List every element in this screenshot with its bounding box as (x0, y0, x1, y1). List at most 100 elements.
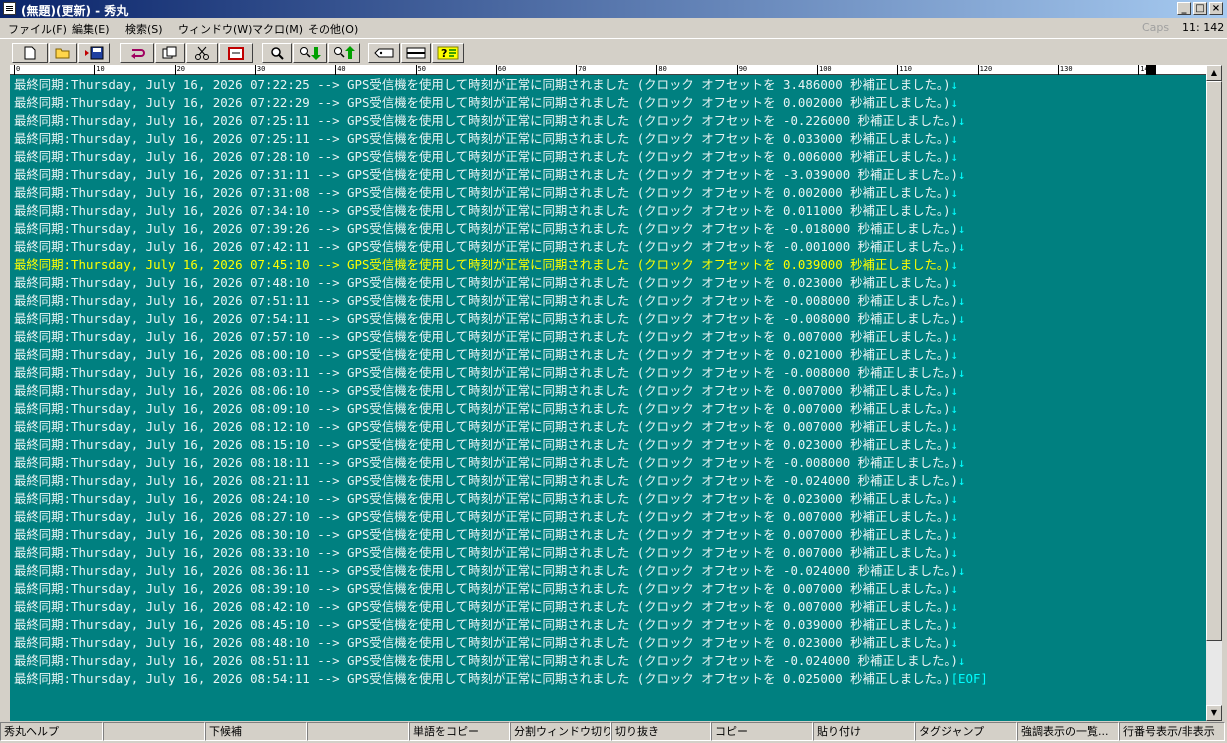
window-title: (無題)(更新) - 秀丸 (21, 4, 129, 18)
vertical-scrollbar[interactable]: ▲ ▼ (1206, 65, 1222, 721)
text-line[interactable]: 最終同期:Thursday, July 16, 2026 08:06:10 --… (14, 382, 988, 400)
line-suffix: 秒補正しました。) (842, 131, 951, 146)
help-button[interactable]: ? (432, 43, 464, 63)
text-line[interactable]: 最終同期:Thursday, July 16, 2026 07:25:11 --… (14, 112, 988, 130)
newline-marker: ↓ (950, 401, 959, 416)
text-line[interactable]: 最終同期:Thursday, July 16, 2026 08:51:11 --… (14, 652, 988, 670)
text-line[interactable]: 最終同期:Thursday, July 16, 2026 08:42:10 --… (14, 598, 988, 616)
line-time: 08:36:11 (250, 563, 310, 578)
text-line[interactable]: 最終同期:Thursday, July 16, 2026 07:54:11 --… (14, 310, 988, 328)
text-line[interactable]: 最終同期:Thursday, July 16, 2026 08:15:10 --… (14, 436, 988, 454)
text-line[interactable]: 最終同期:Thursday, July 16, 2026 07:39:26 --… (14, 220, 988, 238)
scroll-down-button[interactable]: ▼ (1206, 705, 1222, 721)
text-line[interactable]: 最終同期:Thursday, July 16, 2026 07:31:11 --… (14, 166, 988, 184)
ruler-label: 20 (176, 65, 186, 73)
find-button[interactable] (262, 43, 292, 63)
menu-search[interactable]: 検索(S) (125, 21, 163, 37)
line-prefix: 最終同期:Thursday, July 16, 2026 (14, 437, 251, 452)
line-message: --> GPS受信機を使用して時刻が正常に同期されました (クロック オフセット… (309, 293, 784, 308)
text-lines[interactable]: 最終同期:Thursday, July 16, 2026 07:22:25 --… (14, 76, 988, 688)
fkey-3[interactable]: 下候補 (205, 722, 307, 741)
cut-button[interactable] (186, 43, 218, 63)
copy-button[interactable] (155, 43, 185, 63)
line-offset: 0.021000 (783, 347, 843, 362)
line-suffix: 秒補正しました。) (850, 563, 959, 578)
text-line[interactable]: 最終同期:Thursday, July 16, 2026 08:48:10 --… (14, 634, 988, 652)
ruler-label: 70 (578, 65, 587, 73)
text-line[interactable]: 最終同期:Thursday, July 16, 2026 08:00:10 --… (14, 346, 988, 364)
open-file-button[interactable] (49, 43, 77, 63)
editor-area[interactable]: 0 10 20 30 40 50 60 70 80 90 100 110 120 130 140 最終同期:… (10, 65, 1206, 721)
line-message: --> GPS受信機を使用して時刻が正常に同期されました (クロック オフセット… (309, 185, 784, 200)
text-line[interactable]: 最終同期:Thursday, July 16, 2026 08:12:10 --… (14, 418, 988, 436)
close-button[interactable]: × (1209, 2, 1223, 15)
fkey-7[interactable]: 切り抜き (611, 722, 711, 741)
text-line[interactable]: 最終同期:Thursday, July 16, 2026 07:51:11 --… (14, 292, 988, 310)
paste-button[interactable] (219, 43, 253, 63)
line-prefix: 最終同期:Thursday, July 16, 2026 (14, 671, 251, 686)
text-line[interactable]: 最終同期:Thursday, July 16, 2026 07:28:10 --… (14, 148, 988, 166)
text-line[interactable]: 最終同期:Thursday, July 16, 2026 07:57:10 --… (14, 328, 988, 346)
text-line[interactable]: 最終同期:Thursday, July 16, 2026 08:03:11 --… (14, 364, 988, 382)
newline-marker: ↓ (958, 221, 966, 236)
text-line[interactable]: 最終同期:Thursday, July 16, 2026 08:30:10 --… (14, 526, 988, 544)
text-line[interactable]: 最終同期:Thursday, July 16, 2026 08:39:10 --… (14, 580, 988, 598)
new-file-button[interactable] (12, 43, 48, 63)
line-suffix: 秒補正しました。) (850, 167, 959, 182)
fkey-2[interactable] (103, 722, 205, 741)
minimize-button[interactable]: _ (1177, 2, 1191, 15)
fkey-1[interactable]: 秀丸ヘルプ (0, 722, 103, 741)
fkey-8[interactable]: コピー (711, 722, 813, 741)
fkey-6[interactable]: 分割ウィンドウ切り替え (510, 722, 611, 741)
text-line[interactable]: 最終同期:Thursday, July 16, 2026 08:54:11 --… (14, 670, 988, 688)
text-line[interactable]: 最終同期:Thursday, July 16, 2026 08:36:11 --… (14, 562, 988, 580)
text-line[interactable]: 最終同期:Thursday, July 16, 2026 07:48:10 --… (14, 274, 988, 292)
find-prev-button[interactable] (328, 43, 360, 63)
split-window-button[interactable] (401, 43, 431, 63)
menu-other[interactable]: その他(O) (308, 21, 358, 37)
menu-macro[interactable]: マクロ(M) (252, 21, 303, 37)
save-button[interactable] (78, 43, 110, 63)
fkey-4[interactable] (307, 722, 409, 741)
line-message: --> GPS受信機を使用して時刻が正常に同期されました (クロック オフセット… (309, 149, 784, 164)
fkey-11[interactable]: 強調表示の一覧... (1017, 722, 1119, 741)
maximize-button[interactable]: □ (1193, 2, 1207, 15)
scroll-up-button[interactable]: ▲ (1206, 65, 1222, 81)
app-icon[interactable] (3, 2, 16, 15)
ruler-label: 100 (819, 65, 832, 73)
text-line[interactable]: 最終同期:Thursday, July 16, 2026 07:34:10 --… (14, 202, 988, 220)
newline-marker: ↓ (950, 437, 959, 452)
menu-edit[interactable]: 編集(E) (72, 21, 110, 37)
text-line[interactable]: 最終同期:Thursday, July 16, 2026 08:27:10 --… (14, 508, 988, 526)
svg-text:?: ? (441, 47, 447, 60)
text-line[interactable]: 最終同期:Thursday, July 16, 2026 08:09:10 --… (14, 400, 988, 418)
line-prefix: 最終同期:Thursday, July 16, 2026 (14, 419, 251, 434)
text-line[interactable]: 最終同期:Thursday, July 16, 2026 07:42:11 --… (14, 238, 988, 256)
line-offset: -0.024000 (783, 473, 851, 488)
text-line[interactable]: 最終同期:Thursday, July 16, 2026 08:18:11 --… (14, 454, 988, 472)
menu-window[interactable]: ウィンドウ(W) (178, 21, 252, 37)
fkey-5[interactable]: 単語をコピー (409, 722, 510, 741)
line-message: --> GPS受信機を使用して時刻が正常に同期されました (クロック オフセット… (309, 671, 784, 686)
undo-button[interactable] (120, 43, 154, 63)
fkey-9[interactable]: 貼り付け (813, 722, 915, 741)
scroll-thumb[interactable] (1206, 81, 1222, 641)
text-line[interactable]: 最終同期:Thursday, July 16, 2026 08:33:10 --… (14, 544, 988, 562)
fkey-10[interactable]: タグジャンプ (915, 722, 1017, 741)
text-line[interactable]: 最終同期:Thursday, July 16, 2026 07:22:25 --… (14, 76, 988, 94)
line-time: 08:06:10 (250, 383, 310, 398)
ruler-label: 130 (1059, 65, 1073, 73)
text-line[interactable]: 最終同期:Thursday, July 16, 2026 07:31:08 --… (14, 184, 988, 202)
fkey-12[interactable]: 行番号表示/非表示 (1119, 722, 1225, 741)
line-prefix: 最終同期:Thursday, July 16, 2026 (14, 455, 251, 470)
text-line[interactable]: 最終同期:Thursday, July 16, 2026 07:25:11 --… (14, 130, 988, 148)
text-line[interactable]: 最終同期:Thursday, July 16, 2026 08:21:11 --… (14, 472, 988, 490)
text-line[interactable]: 最終同期:Thursday, July 16, 2026 08:45:10 --… (14, 616, 988, 634)
text-line[interactable]: 最終同期:Thursday, July 16, 2026 08:24:10 --… (14, 490, 988, 508)
menu-file[interactable]: ファイル(F) (8, 21, 67, 37)
text-line[interactable]: 最終同期:Thursday, July 16, 2026 07:22:29 --… (14, 94, 988, 112)
line-prefix: 最終同期:Thursday, July 16, 2026 (14, 545, 251, 560)
find-next-button[interactable] (293, 43, 327, 63)
text-line[interactable]: 最終同期:Thursday, July 16, 2026 07:45:10 --… (14, 256, 988, 274)
tag-jump-button[interactable] (368, 43, 400, 63)
